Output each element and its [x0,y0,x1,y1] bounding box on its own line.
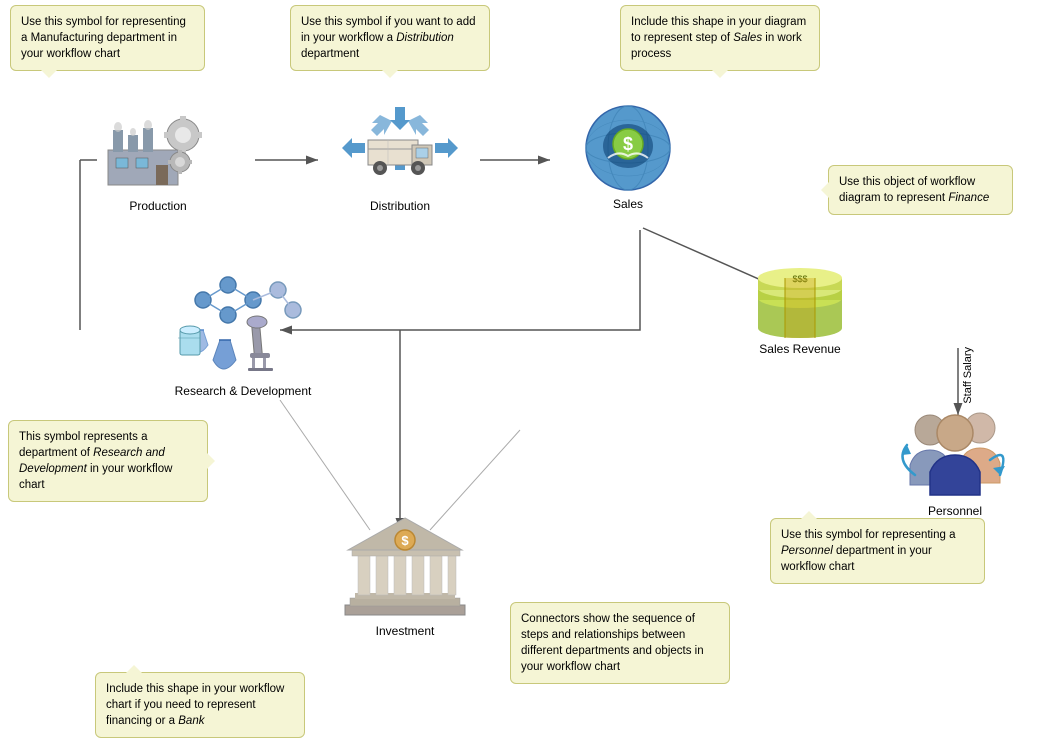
production-label: Production [129,199,186,213]
node-investment: $ Investment [340,510,470,638]
node-sales-revenue: $$$ Sales Revenue [750,268,850,356]
tooltip-manufacturing: Use this symbol for representing a Manuf… [10,5,205,71]
tooltip-connectors: Connectors show the sequence of steps an… [510,602,730,684]
tooltip-distribution: Use this symbol if you want to add in yo… [290,5,490,71]
sales-revenue-label: Sales Revenue [759,342,840,356]
svg-text:$: $ [401,533,409,548]
investment-label: Investment [376,624,435,638]
tooltip-investment: Include this shape in your workflow char… [95,672,305,738]
rd-label: Research & Development [175,384,312,398]
personnel-label: Personnel [928,504,982,518]
tooltip-finance: Use this object of workflow diagram to r… [828,165,1013,215]
sales-label: Sales [613,197,643,211]
tooltip-rd: This symbol represents a department of R… [8,420,208,502]
node-personnel: Personnel [895,400,1015,518]
node-distribution: Distribution [340,105,460,213]
tooltip-personnel: Use this symbol for representing a Perso… [770,518,985,584]
distribution-label: Distribution [370,199,430,213]
tooltip-sales: Include this shape in your diagram to re… [620,5,820,71]
node-production: Production [98,100,218,213]
node-rd: Research & Development [168,270,318,398]
svg-text:$: $ [623,134,633,154]
node-sales: $ Sales [568,98,688,211]
